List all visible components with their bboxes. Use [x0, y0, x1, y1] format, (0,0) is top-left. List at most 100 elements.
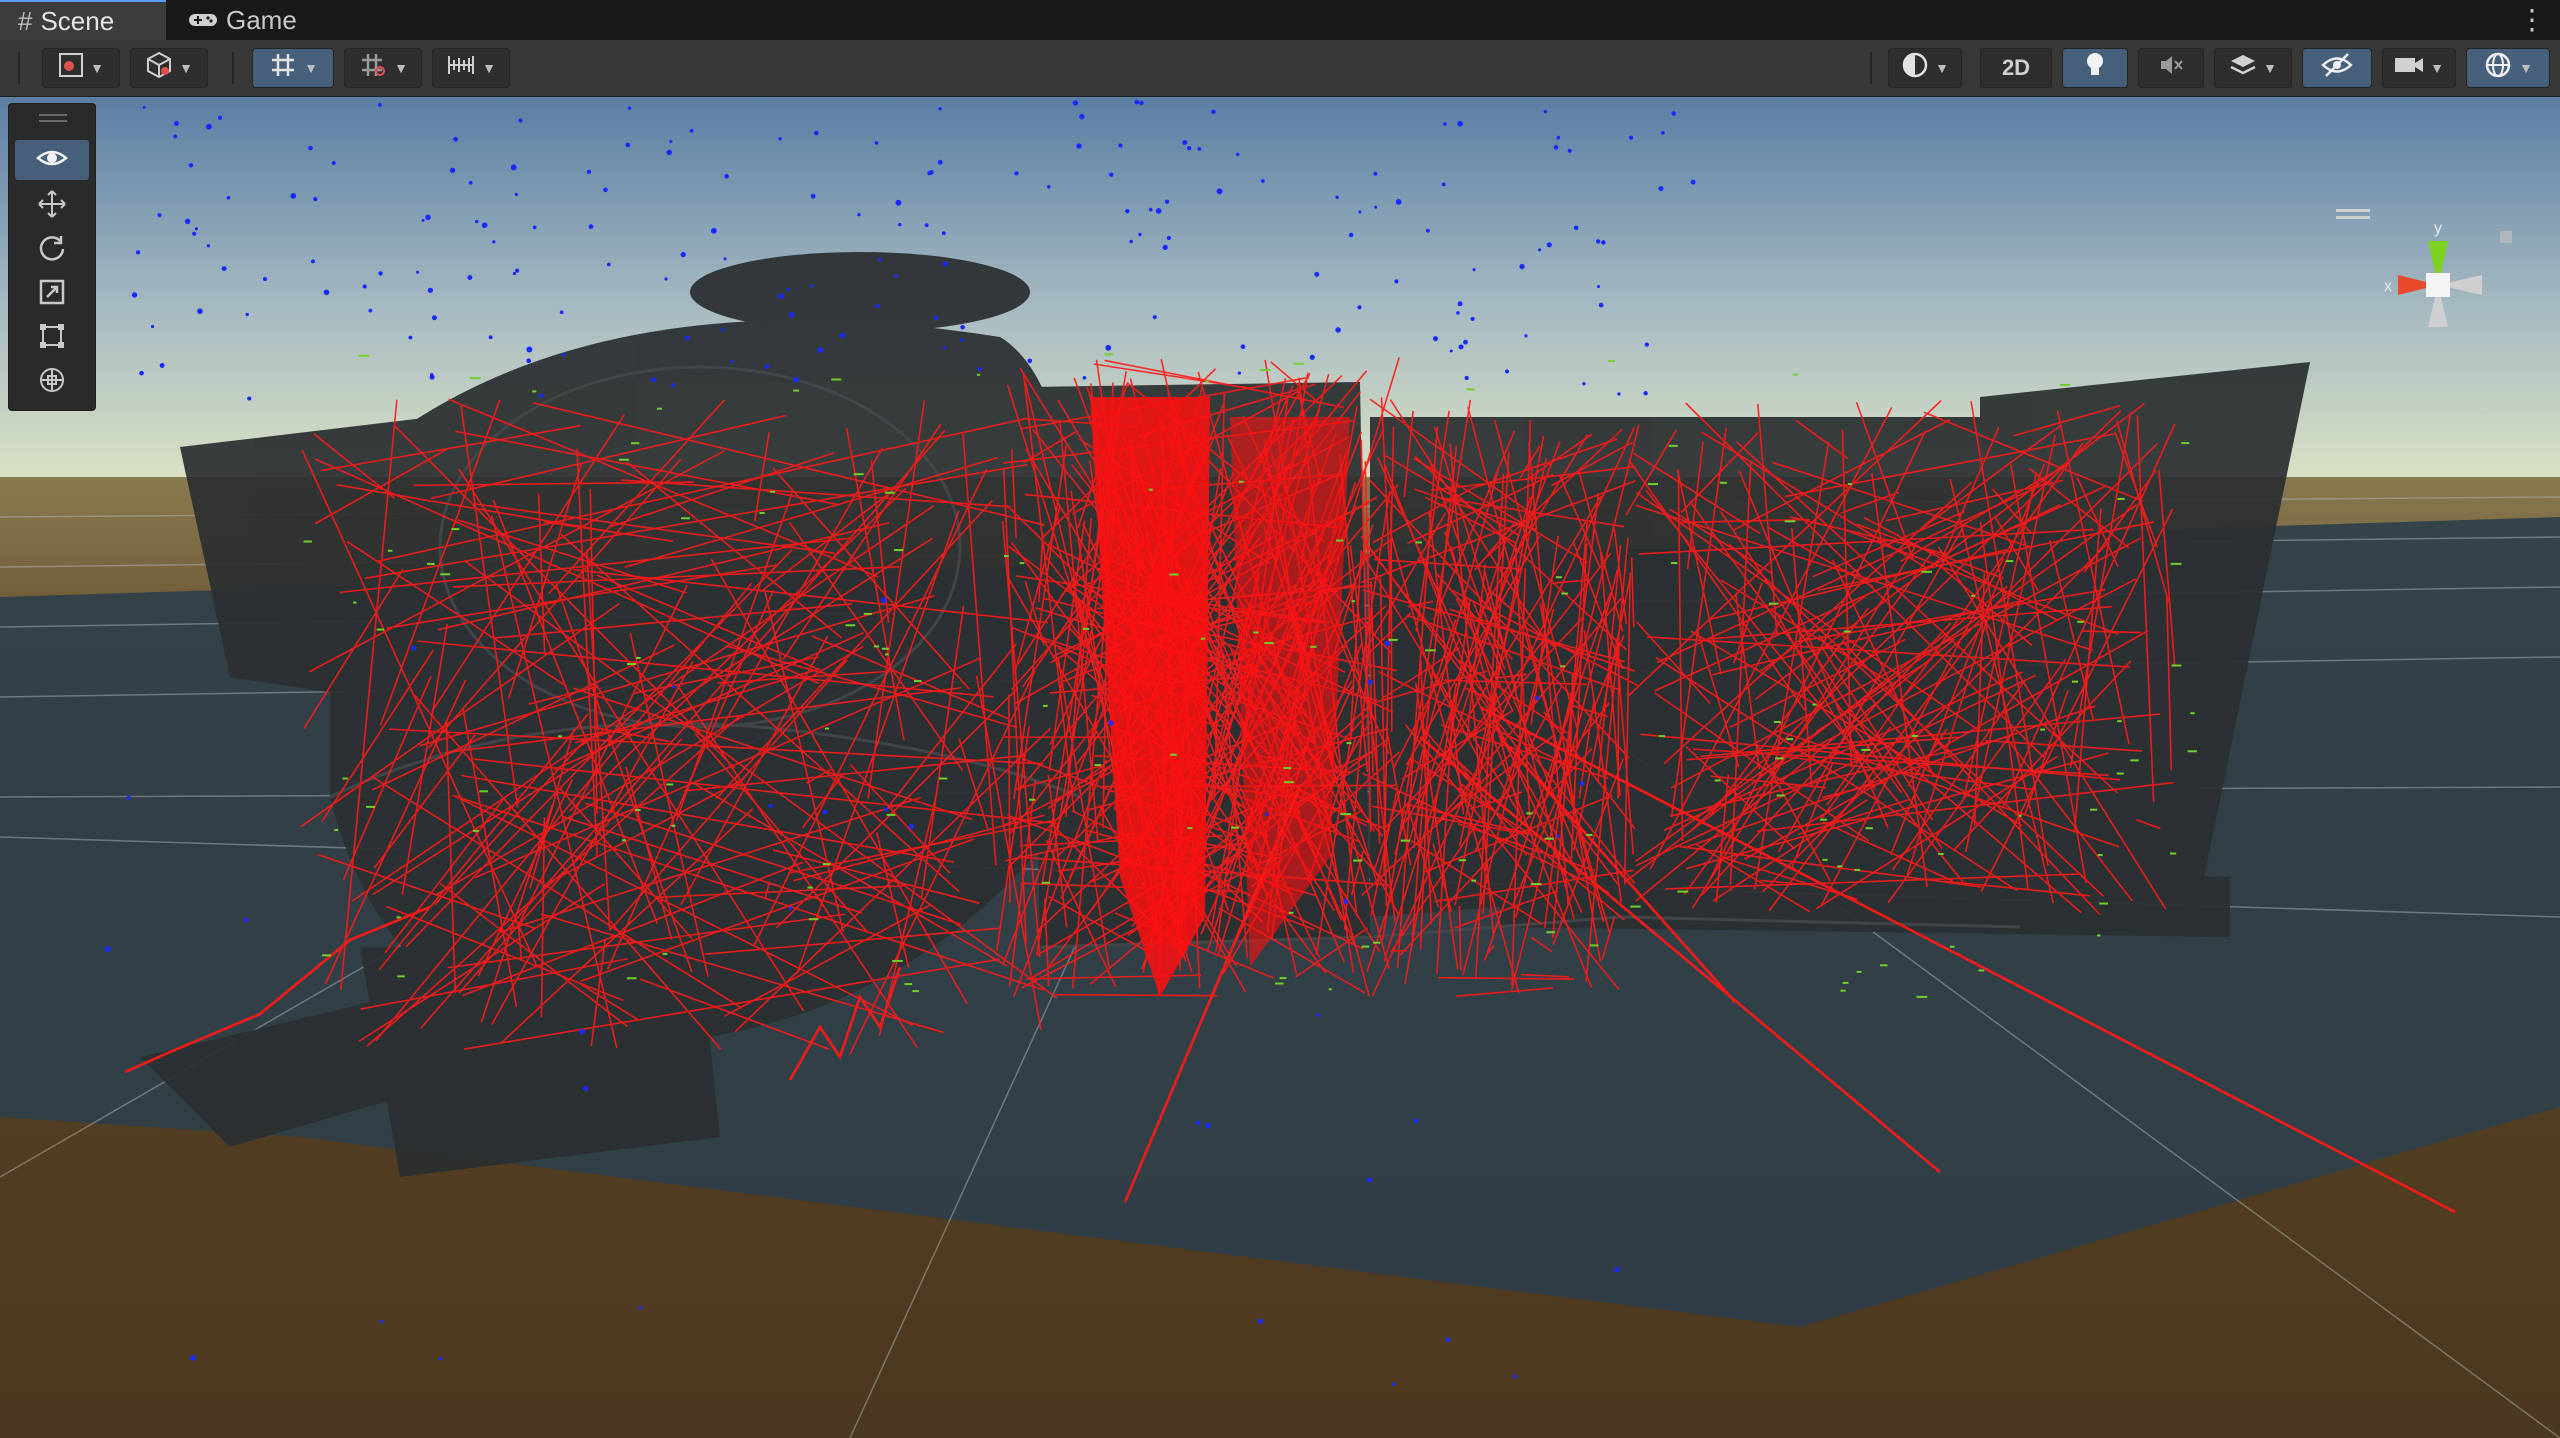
- audio-toggle[interactable]: [2138, 48, 2204, 88]
- rect-tool[interactable]: [15, 318, 89, 358]
- debug-point: [863, 612, 872, 615]
- debug-point: [1361, 945, 1370, 948]
- ray-segment: [1054, 993, 1218, 997]
- transform-tool[interactable]: [15, 362, 89, 402]
- debug-point: [1014, 171, 1019, 176]
- debug-point: [2117, 497, 2125, 500]
- debug-point: [1394, 279, 1399, 284]
- scale-tool[interactable]: [15, 274, 89, 314]
- toolbar-separator: [1870, 52, 1872, 84]
- debug-point: [449, 167, 456, 174]
- debug-point: [873, 645, 880, 648]
- debug-point: [1865, 827, 1873, 830]
- debug-point: [1309, 354, 1315, 360]
- debug-point: [1456, 311, 1460, 315]
- rect-transform-icon: [38, 322, 66, 355]
- debug-point: [1457, 301, 1463, 307]
- debug-point: [770, 490, 775, 493]
- debug-point: [788, 906, 793, 911]
- kebab-menu-icon[interactable]: ⋮: [2518, 2, 2546, 38]
- debug-point: [898, 222, 902, 227]
- debug-point: [1553, 145, 1559, 150]
- debug-point: [188, 162, 194, 168]
- debug-point: [397, 975, 405, 978]
- hash-grid-icon: #: [18, 5, 33, 36]
- debug-point: [342, 777, 348, 780]
- debug-point: [894, 274, 898, 279]
- debug-point: [221, 265, 227, 271]
- orientation-gizmo[interactable]: y x: [2340, 197, 2540, 437]
- debug-point: [1949, 945, 1955, 948]
- debug-point: [886, 813, 896, 816]
- debug-point: [368, 308, 373, 313]
- chevron-down-icon: ▼: [1935, 60, 1949, 76]
- lock-icon[interactable]: [2500, 231, 2512, 243]
- debug-point: [1530, 883, 1542, 886]
- debug-point: [942, 261, 948, 267]
- debug-point: [1152, 315, 1157, 320]
- gizmos-button[interactable]: ▼: [2466, 48, 2550, 88]
- gamepad-icon: [188, 5, 218, 36]
- shading-mode-button[interactable]: ▼: [1888, 48, 1962, 88]
- rotate-tool[interactable]: [15, 230, 89, 270]
- debug-point: [671, 383, 676, 388]
- grid-snapping-button[interactable]: ▼: [252, 48, 334, 88]
- debug-point: [1644, 342, 1649, 347]
- scene-viewport[interactable]: y x: [0, 97, 2560, 1438]
- tab-game[interactable]: Game: [170, 0, 310, 40]
- debug-point: [2090, 808, 2098, 811]
- debug-point: [308, 145, 313, 151]
- debug-point: [159, 363, 165, 368]
- debug-point: [1346, 742, 1352, 745]
- debug-point: [1373, 941, 1381, 944]
- debug-point: [1526, 812, 1533, 815]
- debug-point: [1240, 344, 1246, 350]
- debug-point: [331, 160, 336, 165]
- debug-point: [440, 573, 451, 576]
- debug-point: [1534, 695, 1540, 701]
- debug-point: [723, 257, 727, 261]
- debug-point: [2169, 852, 2177, 855]
- debug-point: [1374, 205, 1378, 209]
- tab-scene[interactable]: # Scene: [0, 0, 166, 40]
- debug-point: [1094, 764, 1102, 767]
- render-mode-button[interactable]: ▼: [130, 48, 208, 88]
- debug-point: [807, 886, 813, 889]
- debug-point: [1400, 839, 1411, 842]
- move-tool[interactable]: [15, 186, 89, 226]
- incremental-snap-button[interactable]: ▼: [344, 48, 422, 88]
- debug-point: [1231, 826, 1240, 829]
- debug-point: [1336, 539, 1344, 542]
- view-tool[interactable]: [15, 140, 89, 180]
- debug-point: [1589, 944, 1599, 947]
- debug-point: [689, 128, 694, 133]
- debug-point: [262, 277, 268, 282]
- debug-point: [1257, 1318, 1264, 1324]
- vertex-snap-button[interactable]: ▼: [432, 48, 510, 88]
- debug-point: [1714, 779, 1721, 782]
- debug-point: [1543, 110, 1548, 114]
- gizmo-globe-icon: [2483, 50, 2513, 86]
- projection-center-cube[interactable]: [2426, 273, 2450, 297]
- effects-button[interactable]: ▼: [2214, 48, 2292, 88]
- debug-point: [1125, 208, 1130, 214]
- camera-button[interactable]: ▼: [2382, 48, 2456, 88]
- 2d-toggle[interactable]: 2D: [1980, 48, 2052, 88]
- debug-point: [1775, 757, 1784, 760]
- debug-point: [1082, 375, 1087, 380]
- debug-point: [1647, 483, 1658, 486]
- visibility-toggle[interactable]: [2302, 48, 2372, 88]
- debug-point: [892, 959, 903, 962]
- debug-point: [808, 918, 819, 921]
- debug-point: [1395, 199, 1402, 205]
- lighting-toggle[interactable]: [2062, 48, 2128, 88]
- debug-point: [1205, 1122, 1211, 1129]
- debug-point: [768, 803, 773, 808]
- debug-point: [194, 227, 198, 231]
- overlay-grip[interactable]: [39, 114, 67, 116]
- debug-point: [1658, 186, 1664, 192]
- debug-point: [514, 192, 518, 196]
- transform-icon: [37, 365, 67, 400]
- debug-point: [353, 601, 357, 604]
- draw-mode-button[interactable]: ▼: [42, 48, 120, 88]
